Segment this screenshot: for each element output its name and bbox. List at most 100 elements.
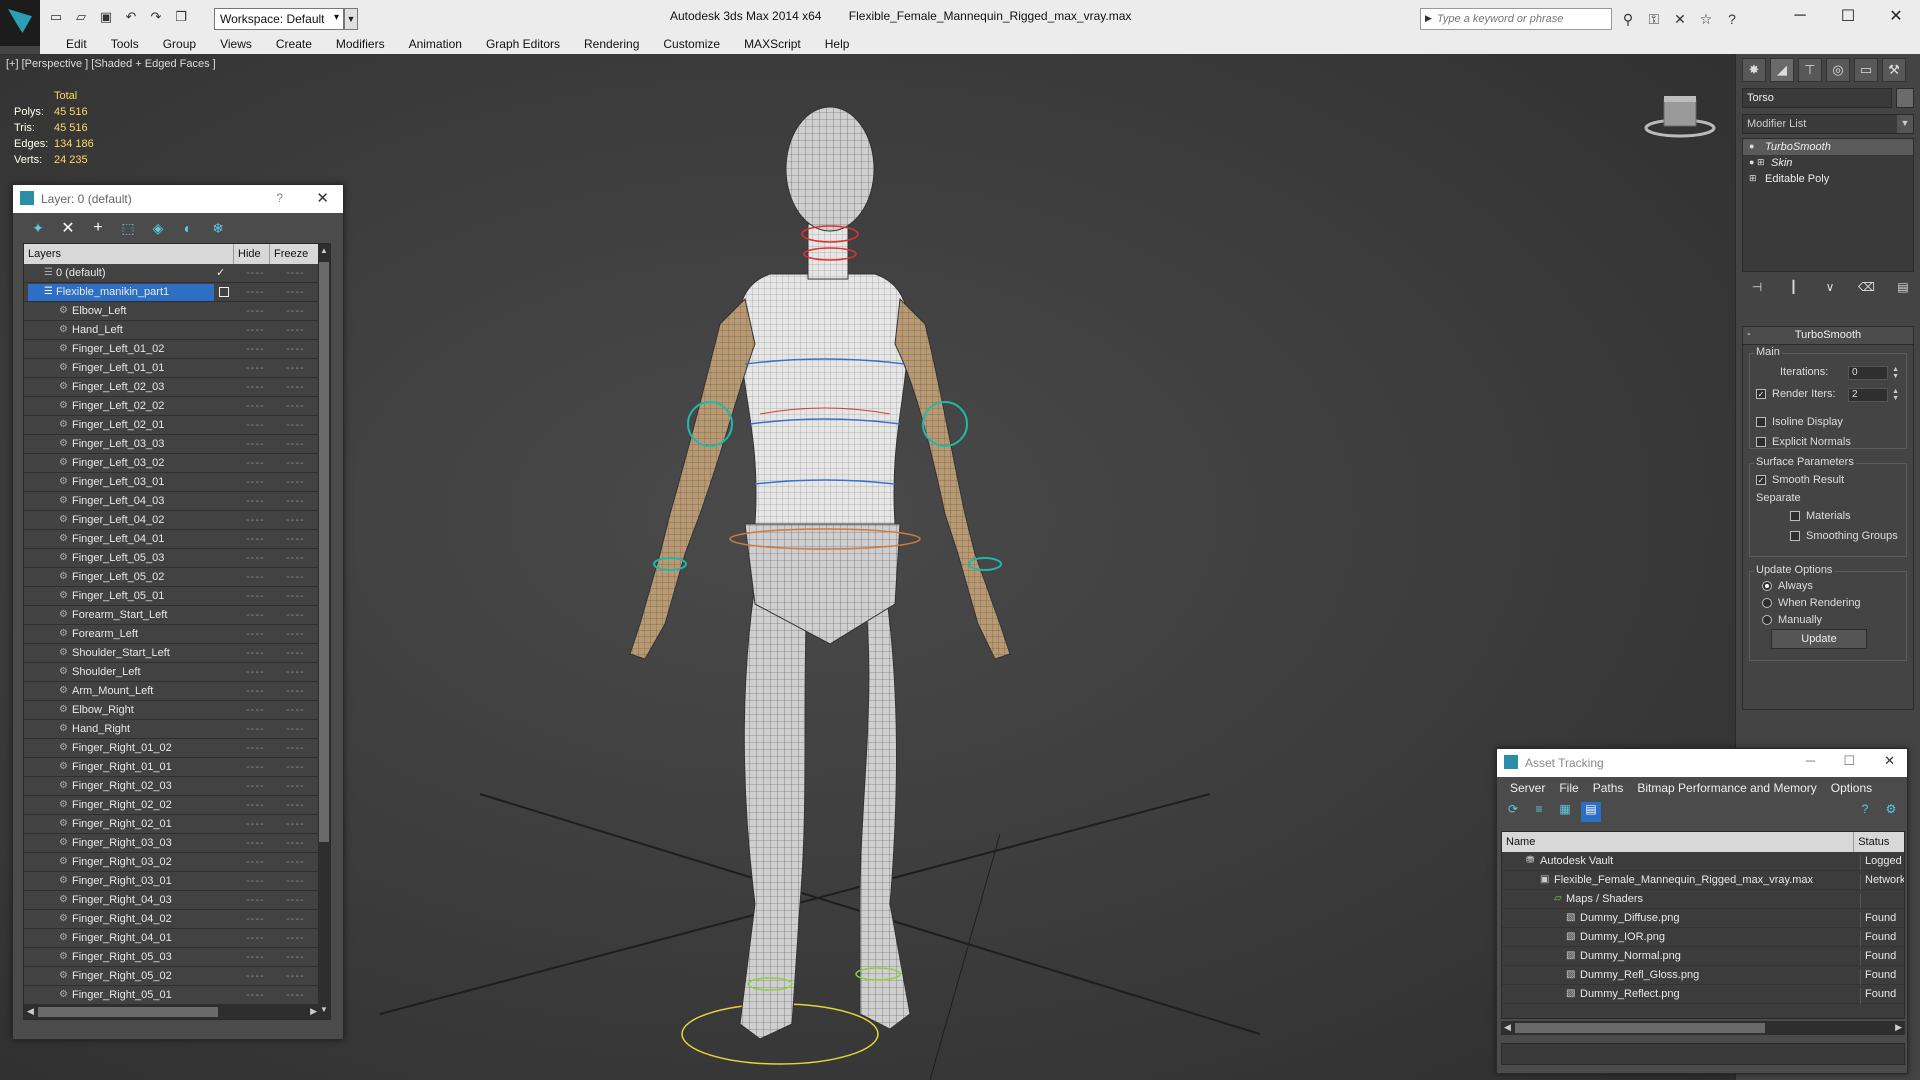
hide-toggle[interactable]: ---- bbox=[246, 704, 265, 716]
project-folder-icon[interactable]: ❐ bbox=[171, 7, 191, 27]
layer-row-object[interactable]: ⚙ Finger_Right_01_01 ---- ---- bbox=[24, 758, 320, 777]
make-unique-icon[interactable]: ∨ bbox=[1819, 280, 1841, 298]
hide-all-layers-icon[interactable]: ◐ bbox=[177, 217, 199, 239]
manually-radio[interactable] bbox=[1762, 615, 1772, 625]
settings-icon[interactable]: ⚙ bbox=[1881, 802, 1901, 822]
freeze-toggle[interactable]: ---- bbox=[286, 495, 305, 507]
object-color-swatch[interactable] bbox=[1896, 88, 1914, 108]
menu-animation[interactable]: Animation bbox=[397, 34, 474, 54]
close-button[interactable]: ✕ bbox=[316, 189, 329, 207]
menu-customize[interactable]: Customize bbox=[651, 34, 732, 54]
hide-toggle[interactable]: ---- bbox=[246, 514, 265, 526]
hide-toggle[interactable]: ---- bbox=[246, 799, 265, 811]
column-freeze[interactable]: Freeze bbox=[270, 244, 320, 264]
layer-row-object[interactable]: ⚙ Hand_Left ---- ---- bbox=[24, 321, 320, 340]
layer-row-object[interactable]: ⚙ Finger_Right_02_02 ---- ---- bbox=[24, 796, 320, 815]
minimize-button[interactable]: ─ bbox=[1776, 0, 1824, 32]
layer-vertical-scrollbar[interactable]: ▲ ▼ bbox=[318, 244, 330, 1019]
hide-toggle[interactable]: ---- bbox=[246, 932, 265, 944]
asset-horizontal-scrollbar[interactable]: ◀ ▶ bbox=[1501, 1021, 1905, 1035]
close-button[interactable]: ✕ bbox=[1872, 0, 1920, 32]
freeze-toggle[interactable]: ---- bbox=[286, 894, 305, 906]
help-icon[interactable]: ? bbox=[1722, 9, 1742, 29]
workspace-dropdown-button[interactable]: ▼ bbox=[344, 8, 358, 30]
delete-layer-icon[interactable]: ✕ bbox=[57, 217, 79, 239]
key-icon[interactable]: ⚿ bbox=[1644, 9, 1664, 29]
freeze-toggle[interactable]: ---- bbox=[286, 419, 305, 431]
asset-row-file[interactable]: ▧ Dummy_Diffuse.png Found bbox=[1502, 909, 1904, 928]
freeze-toggle[interactable]: ---- bbox=[286, 324, 305, 336]
set-current-layer-checkbox[interactable] bbox=[219, 287, 229, 297]
layer-row-object[interactable]: ⚙ Finger_Right_03_02 ---- ---- bbox=[24, 853, 320, 872]
freeze-toggle[interactable]: ---- bbox=[286, 685, 305, 697]
layer-row-object[interactable]: ⚙ Hand_Right ---- ---- bbox=[24, 720, 320, 739]
hide-toggle[interactable]: ---- bbox=[246, 875, 265, 887]
refresh-icon[interactable]: ⟳ bbox=[1503, 802, 1523, 822]
hide-toggle[interactable]: ---- bbox=[246, 913, 265, 925]
freeze-toggle[interactable]: ---- bbox=[286, 837, 305, 849]
spinner-arrows-icon[interactable]: ▲ ▼ bbox=[1892, 388, 1899, 402]
layer-row-object[interactable]: ⚙ Finger_Left_04_02 ---- ---- bbox=[24, 511, 320, 530]
column-layers[interactable]: Layers bbox=[24, 244, 234, 264]
smoothing-groups-checkbox[interactable] bbox=[1790, 531, 1800, 541]
layer-row-object[interactable]: ⚙ Finger_Left_04_01 ---- ---- bbox=[24, 530, 320, 549]
menu-views[interactable]: Views bbox=[208, 34, 264, 54]
column-name[interactable]: Name bbox=[1502, 832, 1855, 852]
freeze-toggle[interactable]: ---- bbox=[286, 628, 305, 640]
binoculars-icon[interactable]: ⚲ bbox=[1618, 9, 1638, 29]
freeze-toggle[interactable]: ---- bbox=[286, 970, 305, 982]
hide-toggle[interactable]: ---- bbox=[246, 590, 265, 602]
asset-row-scene[interactable]: ▣ Flexible_Female_Mannequin_Rigged_max_v… bbox=[1502, 871, 1904, 890]
freeze-toggle[interactable]: ---- bbox=[286, 476, 305, 488]
hide-toggle[interactable]: ---- bbox=[246, 780, 265, 792]
motion-tab-icon[interactable]: ◎ bbox=[1826, 58, 1850, 82]
layer-row-object[interactable]: ⚙ Finger_Left_05_03 ---- ---- bbox=[24, 549, 320, 568]
layer-row-object[interactable]: ⚙ Finger_Right_03_01 ---- ---- bbox=[24, 872, 320, 891]
modify-tab-icon[interactable]: ◢ bbox=[1770, 58, 1794, 82]
freeze-toggle[interactable]: ---- bbox=[286, 913, 305, 925]
freeze-toggle[interactable]: ---- bbox=[286, 571, 305, 583]
menu-tools[interactable]: Tools bbox=[99, 34, 151, 54]
layer-row-object[interactable]: ⚙ Forearm_Left ---- ---- bbox=[24, 625, 320, 644]
star-icon[interactable]: ☆ bbox=[1696, 9, 1716, 29]
workspace-select[interactable]: Workspace: Default ▾ bbox=[214, 8, 344, 30]
maximize-button[interactable]: ☐ bbox=[1824, 0, 1872, 32]
save-file-icon[interactable]: ▣ bbox=[96, 7, 116, 27]
freeze-toggle[interactable]: ---- bbox=[286, 818, 305, 830]
hide-toggle[interactable]: ---- bbox=[246, 324, 265, 336]
search-input[interactable]: ▶ Type a keyword or phrase bbox=[1420, 8, 1612, 30]
hide-toggle[interactable]: ---- bbox=[246, 628, 265, 640]
hide-toggle[interactable]: ---- bbox=[246, 742, 265, 754]
freeze-toggle[interactable]: ---- bbox=[286, 951, 305, 963]
configure-sets-icon[interactable]: ▤ bbox=[1892, 280, 1914, 298]
expand-icon[interactable]: ⊞ bbox=[1757, 157, 1765, 168]
scroll-thumb[interactable] bbox=[319, 262, 329, 842]
layer-row-object[interactable]: ⚙ Finger_Right_01_02 ---- ---- bbox=[24, 739, 320, 758]
redo-icon[interactable]: ↷ bbox=[146, 7, 166, 27]
layer-row-object[interactable]: ⚙ Finger_Left_02_01 ---- ---- bbox=[24, 416, 320, 435]
current-layer-check-icon[interactable]: ✓ bbox=[216, 266, 225, 279]
column-status[interactable]: Status bbox=[1854, 832, 1904, 852]
hide-toggle[interactable]: ---- bbox=[246, 476, 265, 488]
table-view-icon[interactable]: ▤ bbox=[1581, 802, 1601, 822]
menu-edit[interactable]: Edit bbox=[54, 34, 99, 54]
hide-toggle[interactable]: ---- bbox=[246, 362, 265, 374]
menu-modifiers[interactable]: Modifiers bbox=[324, 34, 397, 54]
hide-toggle[interactable]: ---- bbox=[246, 666, 265, 678]
utilities-tab-icon[interactable]: ⚒ bbox=[1882, 58, 1906, 82]
menu-bitmap-performance[interactable]: Bitmap Performance and Memory bbox=[1630, 777, 1823, 799]
hide-toggle[interactable]: ---- bbox=[246, 723, 265, 735]
show-end-result-icon[interactable]: ┃ bbox=[1783, 280, 1805, 298]
layer-row-object[interactable]: ⚙ Shoulder_Start_Left ---- ---- bbox=[24, 644, 320, 663]
layer-row-object[interactable]: ⚙ Finger_Left_01_02 ---- ---- bbox=[24, 340, 320, 359]
remove-modifier-icon[interactable]: ⌫ bbox=[1856, 280, 1878, 298]
scroll-thumb[interactable] bbox=[1515, 1023, 1765, 1033]
viewcube-icon[interactable] bbox=[1640, 90, 1720, 140]
layer-row-object[interactable]: ⚙ Finger_Left_03_01 ---- ---- bbox=[24, 473, 320, 492]
exchange-icon[interactable]: ✕ bbox=[1670, 9, 1690, 29]
iterations-spinner[interactable]: 0 ▲ ▼ bbox=[1848, 366, 1899, 380]
menu-rendering[interactable]: Rendering bbox=[572, 34, 651, 54]
layer-window-titlebar[interactable]: Layer: 0 (default) ? ✕ bbox=[13, 185, 343, 213]
menu-server[interactable]: Server bbox=[1503, 777, 1552, 799]
asset-row-file[interactable]: ▧ Dummy_Refl_Gloss.png Found bbox=[1502, 966, 1904, 985]
